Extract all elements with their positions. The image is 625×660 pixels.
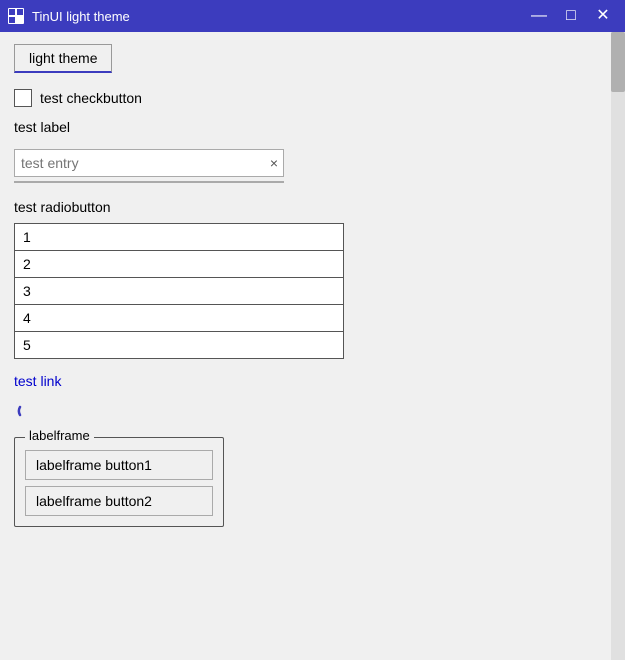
labelframe: labelframe labelframe button1 labelframe…: [14, 437, 224, 527]
checkbutton-label: test checkbutton: [40, 90, 142, 106]
labelframe-legend: labelframe: [25, 428, 94, 443]
light-theme-tab[interactable]: light theme: [14, 44, 112, 73]
list-item[interactable]: 5: [15, 332, 343, 358]
entry-underline: [14, 181, 284, 183]
spinner-icon: [14, 399, 38, 423]
test-link[interactable]: test link: [14, 373, 611, 389]
test-label: test label: [14, 119, 611, 135]
list-item[interactable]: 3: [15, 278, 343, 305]
entry-clear-button[interactable]: ×: [270, 156, 278, 170]
test-entry-input[interactable]: [14, 149, 284, 177]
labelframe-button1[interactable]: labelframe button1: [25, 450, 213, 480]
title-bar: TinUI light theme — □ ✕: [0, 0, 625, 32]
listbox: 1 2 3 4 5: [14, 223, 344, 359]
maximize-button[interactable]: □: [557, 4, 585, 28]
list-item[interactable]: 1: [15, 224, 343, 251]
checkbutton-row: test checkbutton: [14, 89, 611, 107]
radiobutton-label: test radiobutton: [14, 199, 611, 215]
close-button[interactable]: ✕: [589, 4, 617, 28]
entry-row: ×: [14, 149, 284, 177]
minimize-button[interactable]: —: [525, 4, 553, 28]
scrollbar-thumb[interactable]: [611, 32, 625, 92]
main-content: light theme test checkbutton test label …: [0, 32, 625, 660]
app-icon: [8, 8, 24, 24]
list-item[interactable]: 2: [15, 251, 343, 278]
title-bar-left: TinUI light theme: [8, 8, 130, 24]
window-title: TinUI light theme: [32, 9, 130, 24]
list-item[interactable]: 4: [15, 305, 343, 332]
test-checkbox[interactable]: [14, 89, 32, 107]
title-bar-controls: — □ ✕: [525, 4, 617, 28]
labelframe-button2[interactable]: labelframe button2: [25, 486, 213, 516]
scrollbar-track[interactable]: [611, 32, 625, 660]
